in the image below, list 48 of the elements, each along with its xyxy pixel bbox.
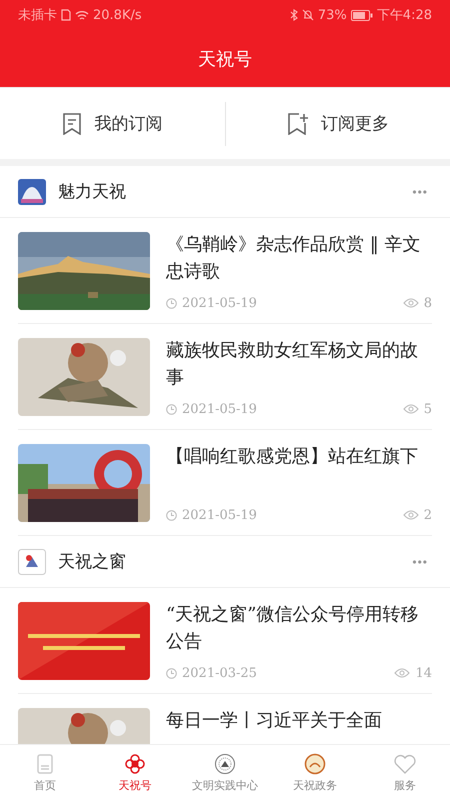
bookmark-list-icon xyxy=(62,112,82,134)
clock-icon xyxy=(166,510,177,520)
battery-icon xyxy=(350,10,373,20)
view-count: 2 xyxy=(424,508,432,522)
eye-icon xyxy=(402,510,419,520)
tab[interactable]: 文明实践中心 xyxy=(180,745,270,800)
bookmark-add-icon xyxy=(286,112,309,134)
tab[interactable]: 首页 xyxy=(0,745,90,800)
subscription-button[interactable]: 订阅更多 xyxy=(226,88,450,159)
eye-icon xyxy=(402,404,419,414)
eye-icon xyxy=(402,298,419,308)
article-date: 2021-05-19 xyxy=(182,296,257,310)
article-date: 2021-03-25 xyxy=(182,666,257,680)
article-title[interactable]: “天祝之窗”微信公众号停用转移公告 xyxy=(166,600,432,654)
clock: 下午4:28 xyxy=(376,7,432,24)
view-count: 5 xyxy=(424,402,432,416)
carrier-text: 未插卡 xyxy=(18,7,57,24)
heart-icon xyxy=(393,752,417,774)
clock-icon xyxy=(166,668,177,678)
battery-percent: 73% xyxy=(318,8,347,22)
sim-icon xyxy=(61,9,71,21)
wifi-icon xyxy=(75,10,89,20)
article-date: 2021-05-19 xyxy=(182,508,257,522)
clock-icon xyxy=(166,298,177,308)
emblem-icon xyxy=(304,752,326,774)
muted-bell-icon xyxy=(302,9,314,21)
view-count: 14 xyxy=(415,666,432,680)
eye-icon xyxy=(394,668,410,678)
article-date: 2021-05-19 xyxy=(182,402,257,416)
tab[interactable]: 天祝政务 xyxy=(270,745,360,800)
article-title[interactable]: 每日一学丨习近平关于全面 xyxy=(166,706,432,734)
page-title: 天祝号 xyxy=(198,48,252,70)
channel-logo-icon xyxy=(18,548,46,574)
clock-icon xyxy=(166,404,177,414)
network-speed: 20.8K/s xyxy=(93,8,142,22)
article-title[interactable]: 藏族牧民救助女红军杨文局的故事 xyxy=(166,336,432,390)
article-title[interactable]: 【唱响红歌感党恩】站在红旗下 xyxy=(166,442,432,470)
channel-name[interactable]: 天祝之窗 xyxy=(58,550,396,573)
subscription-button[interactable]: 我的订阅 xyxy=(0,88,224,159)
tab[interactable]: 天祝号 xyxy=(90,745,180,800)
flower-icon xyxy=(124,752,146,774)
emblem-icon xyxy=(214,752,236,774)
view-count: 8 xyxy=(424,296,432,310)
channel-logo-icon xyxy=(18,178,46,204)
bluetooth-icon xyxy=(290,9,298,21)
article-title[interactable]: 《乌鞘岭》杂志作品欣赏 ‖ 辛文忠诗歌 xyxy=(166,230,432,284)
tab[interactable]: 服务 xyxy=(360,745,450,800)
channel-name[interactable]: 魅力天祝 xyxy=(58,180,396,203)
